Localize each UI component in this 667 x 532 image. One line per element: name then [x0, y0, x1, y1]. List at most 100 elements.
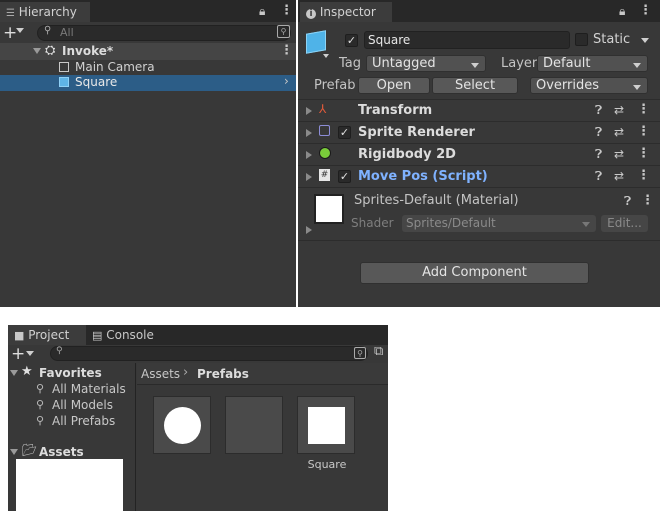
project-search-input[interactable]: ⚲ [50, 346, 368, 361]
chevron-down-icon[interactable] [16, 28, 24, 33]
scene-row[interactable]: ⛭ Invoke* ⋮ [0, 43, 296, 60]
foldout-arrow-icon[interactable] [33, 48, 41, 54]
help-icon[interactable]: ❓︎ [595, 103, 602, 118]
presets-icon[interactable]: ⇄ [614, 169, 624, 183]
tab-project-label: Project [28, 328, 70, 342]
tag-dropdown[interactable]: Untagged [366, 55, 486, 72]
asset-item-label: Square [307, 458, 347, 471]
component-rigidbody-2d[interactable]: Rigidbody 2D ❓︎ ⇄ ⋮ [298, 143, 660, 165]
component-menu-icon[interactable]: ⋮ [637, 124, 650, 139]
material-menu-icon[interactable]: ⋮ [641, 193, 654, 208]
add-component-button[interactable]: Add Component [360, 262, 589, 284]
prefab-open-button[interactable]: Open [358, 77, 430, 94]
chevron-down-icon[interactable] [26, 351, 34, 356]
component-name: Move Pos (Script) [358, 169, 488, 184]
help-icon[interactable]: ❓︎ [624, 194, 631, 209]
icon-dropdown-chevron[interactable] [323, 54, 329, 58]
chevron-right-icon[interactable]: › [284, 74, 289, 88]
object-name-value: Square [368, 33, 411, 47]
transform-icon: ⅄ [319, 102, 327, 116]
tab-hierarchy[interactable]: ☰ Hierarchy [0, 2, 90, 22]
component-name: Transform [358, 103, 433, 118]
rigidbody-icon [319, 147, 331, 159]
material-name: Sprites-Default (Material) [354, 193, 519, 208]
tab-hierarchy-label: Hierarchy [18, 5, 77, 19]
search-options-icon[interactable]: ⚲ [277, 25, 290, 38]
scene-menu-icon[interactable]: ⋮ [280, 43, 293, 58]
breadcrumb-root[interactable]: Assets [141, 367, 180, 381]
foldout-arrow-icon[interactable] [306, 173, 312, 181]
foldout-arrow-icon[interactable] [306, 107, 312, 115]
layer-dropdown[interactable]: Default [537, 55, 648, 72]
lock-icon[interactable]: 🔒︎ [259, 4, 265, 19]
prefab-overrides-dropdown[interactable]: Overrides [530, 77, 648, 94]
tab-inspector[interactable]: i Inspector [300, 2, 392, 22]
lock-icon[interactable]: 🔒︎ [619, 4, 625, 19]
chevron-down-icon [582, 222, 590, 227]
hierarchy-panel: ☰ Hierarchy 🔒︎ ⋮ + ⚲ All ⚲ ⛭ Invoke* ⋮ M… [0, 0, 296, 307]
presets-icon[interactable]: ⇄ [614, 125, 624, 139]
favorite-item-all-models[interactable]: All Models [52, 398, 113, 412]
assets-label[interactable]: Assets [39, 445, 84, 459]
tab-project[interactable]: ■ Project [8, 325, 86, 345]
more-options-icon[interactable]: ⋮ [639, 3, 652, 18]
cube-icon [59, 62, 69, 72]
hierarchy-item-label: Square [75, 75, 118, 89]
favorite-item-all-prefabs[interactable]: All Prefabs [52, 414, 115, 428]
component-menu-icon[interactable]: ⋮ [637, 146, 650, 161]
component-sprite-renderer[interactable]: ✓ Sprite Renderer ❓︎ ⇄ ⋮ [298, 121, 660, 143]
folder-icon: ■ [14, 329, 25, 342]
asset-item-square[interactable]: Square [297, 396, 355, 471]
add-icon[interactable]: + [11, 344, 25, 364]
foldout-arrow-icon[interactable] [306, 151, 312, 159]
foldout-arrow-icon[interactable] [306, 226, 312, 234]
more-options-icon[interactable]: ⋮ [280, 3, 293, 18]
favorites-label[interactable]: Favorites [39, 366, 102, 380]
static-checkbox[interactable] [575, 33, 588, 46]
sprite-renderer-enabled-checkbox[interactable]: ✓ [338, 126, 351, 139]
help-icon[interactable]: ❓︎ [595, 147, 602, 162]
component-move-pos-script[interactable]: # ✓ Move Pos (Script) ❓︎ ⇄ ⋮ [298, 165, 660, 187]
help-icon[interactable]: ❓︎ [595, 125, 602, 140]
help-icon[interactable]: ❓︎ [595, 169, 602, 184]
foldout-arrow-icon[interactable] [10, 370, 18, 376]
breadcrumb-current[interactable]: Prefabs [197, 367, 249, 381]
hierarchy-item-main-camera[interactable]: Main Camera [0, 60, 296, 76]
console-icon: ▤ [92, 329, 103, 342]
circle-thumbnail [164, 407, 201, 444]
asset-item-blank[interactable] [225, 396, 283, 454]
filter-by-type-icon[interactable]: ⧉ [374, 344, 383, 359]
component-menu-icon[interactable]: ⋮ [637, 102, 650, 117]
tag-label: Tag [339, 56, 362, 71]
active-checkbox[interactable]: ✓ [345, 34, 358, 47]
tag-value: Untagged [372, 56, 436, 71]
project-folder-tree: ★ Favorites ⚲ All Materials ⚲ All Models… [8, 363, 136, 511]
presets-icon[interactable]: ⇄ [614, 103, 624, 117]
script-enabled-checkbox[interactable]: ✓ [338, 170, 351, 183]
tab-console[interactable]: ▤ Console [92, 325, 172, 345]
search-input[interactable]: ⚲ All [37, 25, 291, 41]
foldout-arrow-icon[interactable] [306, 129, 312, 137]
asset-item-circle[interactable] [153, 396, 211, 454]
breadcrumb-separator-icon: › [183, 365, 189, 380]
prefab-label: Prefab [314, 78, 356, 93]
component-menu-icon[interactable]: ⋮ [637, 168, 650, 183]
shader-edit-button[interactable]: Edit... [601, 215, 648, 232]
component-transform[interactable]: ⅄ Transform ❓︎ ⇄ ⋮ [298, 99, 660, 121]
tab-console-label: Console [106, 328, 154, 342]
unity-scene-icon: ⛭ [45, 43, 56, 58]
prefab-select-button[interactable]: Select [432, 77, 518, 94]
search-icon: ⚲ [36, 398, 45, 411]
tab-inspector-label: Inspector [319, 5, 376, 19]
foldout-arrow-icon[interactable] [10, 449, 18, 455]
add-icon[interactable]: + [3, 23, 17, 43]
shader-dropdown[interactable]: Sprites/Default [402, 215, 596, 232]
favorite-item-all-materials[interactable]: All Materials [52, 382, 126, 396]
search-placeholder: All [60, 26, 74, 39]
presets-icon[interactable]: ⇄ [614, 147, 624, 161]
hierarchy-item-square[interactable]: Square › [0, 74, 296, 91]
object-name-field[interactable]: Square [364, 31, 570, 49]
search-options-icon[interactable]: ⚲ [354, 347, 366, 359]
project-panel: ■ Project ▤ Console + ⚲ ⚲ ⧉ ★ Favorites … [8, 325, 388, 511]
static-dropdown-icon[interactable] [641, 38, 649, 43]
